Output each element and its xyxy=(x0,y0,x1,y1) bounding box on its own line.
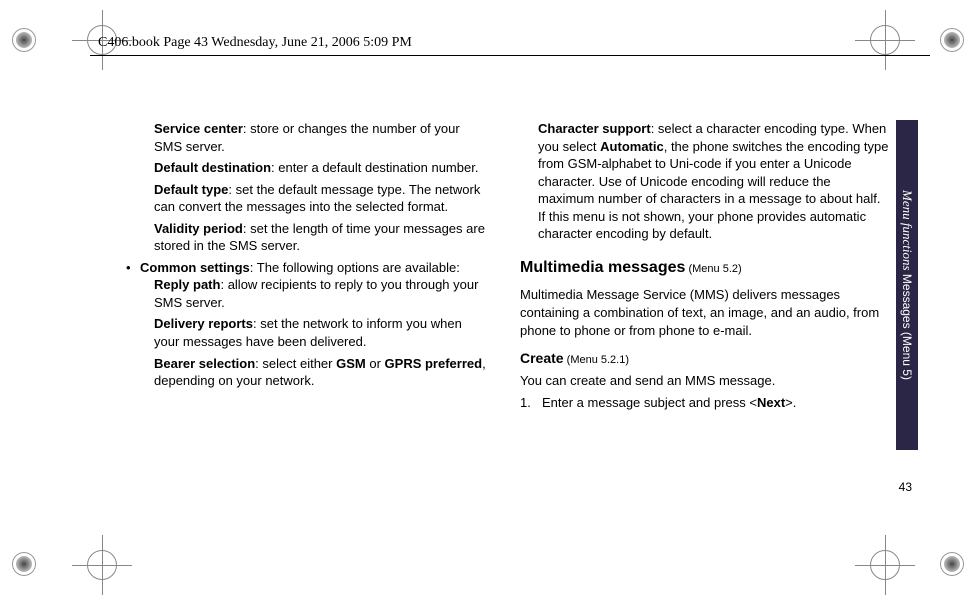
step-1: 1. Enter a message subject and press <Ne… xyxy=(520,394,890,412)
para-create-desc: You can create and send an MMS message. xyxy=(520,372,890,390)
bullet-common-settings: • Common settings: The following options… xyxy=(120,259,490,277)
para-reply-path: Reply path: allow recipients to reply to… xyxy=(120,276,490,311)
column-right: Character support: select a character en… xyxy=(520,120,920,508)
para-character-support: Character support: select a character en… xyxy=(520,120,890,243)
para-bearer-selection: Bearer selection: select either GSM or G… xyxy=(120,355,490,390)
para-validity-period: Validity period: set the length of time … xyxy=(120,220,490,255)
heading-multimedia: Multimedia messages (Menu 5.2) xyxy=(520,257,890,279)
para-service-center: Service center: store or changes the num… xyxy=(120,120,490,155)
pdf-header: C406.book Page 43 Wednesday, June 21, 20… xyxy=(98,35,412,51)
bullet-dot: • xyxy=(120,259,140,277)
para-delivery-reports: Delivery reports: set the network to inf… xyxy=(120,315,490,350)
para-default-destination: Default destination: enter a default des… xyxy=(120,159,490,177)
para-mms-desc: Multimedia Message Service (MMS) deliver… xyxy=(520,286,890,339)
column-left: Service center: store or changes the num… xyxy=(120,120,490,508)
header-rule xyxy=(90,55,930,56)
heading-create: Create (Menu 5.2.1) xyxy=(520,349,890,368)
page-number: 43 xyxy=(899,480,912,494)
para-default-type: Default type: set the default message ty… xyxy=(120,181,490,216)
content-area: Service center: store or changes the num… xyxy=(120,120,920,508)
